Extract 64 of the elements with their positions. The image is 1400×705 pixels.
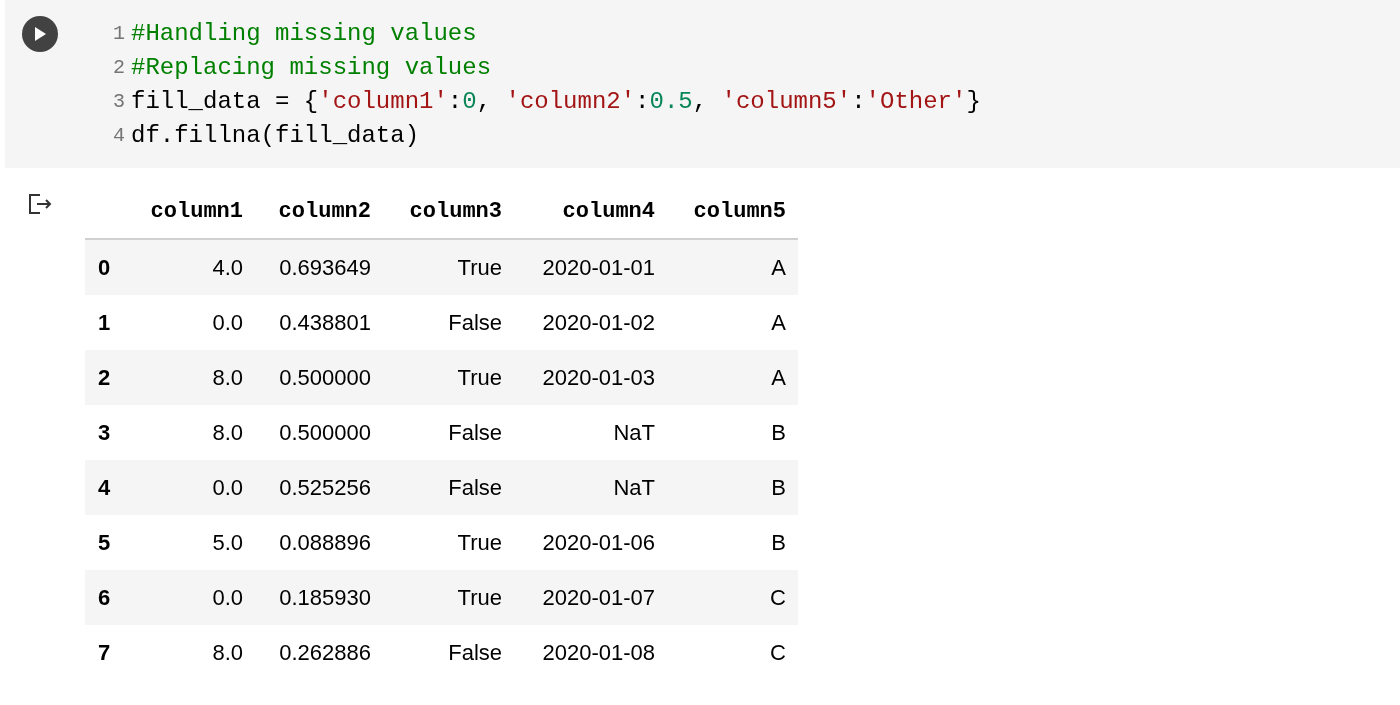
row-index: 5 — [97, 529, 112, 557]
table-cell-text: 2020-01-02 — [541, 309, 656, 337]
table-cell-text: NaT — [612, 419, 656, 447]
line-number: 3 — [112, 89, 125, 115]
line-number: 2 — [112, 55, 125, 81]
table-cell-text: A — [770, 309, 787, 337]
table-cell-text: 0.0 — [211, 474, 244, 502]
table-cell-text: 0.693649 — [278, 254, 372, 282]
table-cell-text: 2020-01-03 — [541, 364, 656, 392]
table-cell-text: False — [447, 474, 503, 502]
column-header: column3 — [408, 198, 503, 226]
table-cell-text: 0.088896 — [278, 529, 372, 557]
table-cell-text: NaT — [612, 474, 656, 502]
table-cell-text: B — [770, 419, 787, 447]
table-cell-text: 2020-01-06 — [541, 529, 656, 557]
table-cell-text: C — [769, 584, 787, 612]
code-line: #Handling missing values — [131, 19, 477, 49]
table-cell-text: 0.262886 — [278, 639, 372, 667]
table-cell-text: 5.0 — [211, 529, 244, 557]
table-cell-text: 0.0 — [211, 309, 244, 337]
row-index: 2 — [97, 364, 112, 392]
row-index: 1 — [97, 309, 112, 337]
table-cell-text: 2020-01-07 — [541, 584, 656, 612]
code-line: df.fillna(fill_data) — [131, 121, 420, 151]
table-cell-text: 4.0 — [211, 254, 244, 282]
table-cell-text: B — [770, 474, 787, 502]
row-index: 7 — [97, 639, 112, 667]
table-cell-text: False — [447, 639, 503, 667]
column-header: column4 — [561, 198, 656, 226]
table-cell-text: 8.0 — [211, 639, 244, 667]
code-line: fill_data = {'column1':0, 'column2':0.5, 'column5':'Other'} — [131, 87, 981, 117]
table-cell-text: 0.500000 — [278, 419, 372, 447]
table-cell-text: B — [770, 529, 787, 557]
table-cell-text: True — [456, 529, 503, 557]
table-cell-text: 2020-01-01 — [541, 254, 656, 282]
table-cell-text: 0.185930 — [278, 584, 372, 612]
table-cell-text: 8.0 — [211, 364, 244, 392]
column-header: column1 — [149, 198, 244, 226]
table-cell-text: C — [769, 639, 787, 667]
column-header: column5 — [692, 198, 787, 226]
table-cell-text: False — [447, 309, 503, 337]
table-cell-text: False — [447, 419, 503, 447]
table-cell-text: A — [770, 254, 787, 282]
play-icon — [34, 27, 46, 41]
table-cell-text: 0.500000 — [278, 364, 372, 392]
table-cell-text: 8.0 — [211, 419, 244, 447]
row-index: 4 — [97, 474, 112, 502]
table-cell-text: True — [456, 254, 503, 282]
line-number: 1 — [112, 21, 125, 47]
row-index: 6 — [97, 584, 112, 612]
table-cell-text: 0.0 — [211, 584, 244, 612]
table-cell-text: True — [456, 584, 503, 612]
row-index: 0 — [97, 254, 112, 282]
run-button[interactable] — [22, 16, 58, 52]
table-cell-text: True — [456, 364, 503, 392]
table-cell-text: 0.525256 — [278, 474, 372, 502]
table-cell-text: 0.438801 — [278, 309, 372, 337]
column-header: column2 — [277, 198, 372, 226]
output-icon — [27, 193, 54, 215]
row-index: 3 — [97, 419, 112, 447]
table-cell-text: 2020-01-08 — [541, 639, 656, 667]
code-line: #Replacing missing values — [131, 53, 492, 83]
table-cell-text: A — [770, 364, 787, 392]
line-number: 4 — [112, 123, 125, 149]
